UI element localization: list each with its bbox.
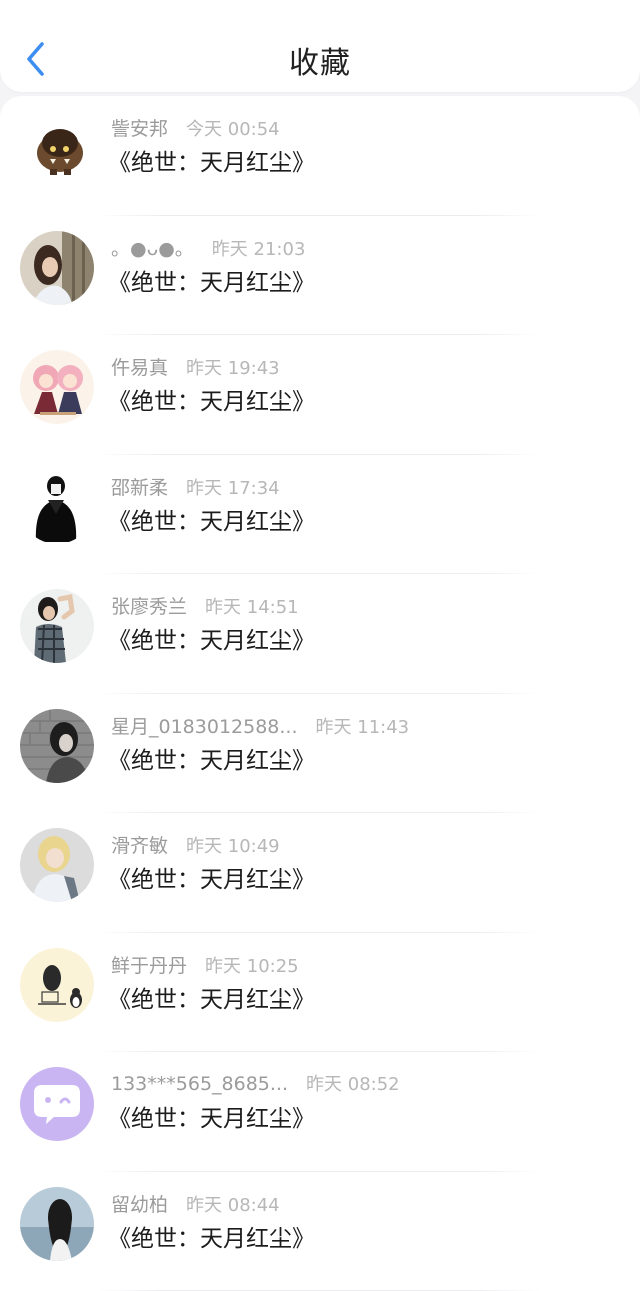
username: 邵新柔 (111, 473, 168, 500)
username: 133***565_8685... (111, 1073, 288, 1095)
favorite-title: 《绝世：天月红尘》 (108, 502, 315, 536)
favorites-list: 訾安邦 今天 00:54 《绝世：天月红尘》 。●ᴗ●。 昨天 21:03 《绝… (0, 96, 640, 1291)
username: 仵易真 (111, 353, 168, 380)
list-item[interactable]: 仵易真 昨天 19:43 《绝世：天月红尘》 (0, 335, 640, 455)
list-item[interactable]: 訾安邦 今天 00:54 《绝世：天月红尘》 (0, 96, 640, 216)
avatar-girl-wall-icon (20, 709, 94, 783)
username: 訾安邦 (111, 114, 168, 141)
avatar-sketch-penguin-icon (20, 948, 94, 1022)
list-item[interactable]: 133***565_8685... 昨天 08:52 《绝世：天月红尘》 (0, 1052, 640, 1172)
favorite-title: 《绝世：天月红尘》 (108, 980, 315, 1014)
timestamp: 昨天 19:43 (186, 354, 280, 380)
favorite-title: 《绝世：天月红尘》 (108, 621, 315, 655)
timestamp: 昨天 11:43 (316, 713, 410, 739)
header-bar: 收藏 (0, 0, 640, 92)
favorite-title: 《绝世：天月红尘》 (108, 263, 315, 297)
username: 滑齐敏 (111, 831, 168, 858)
favorite-title: 《绝世：天月红尘》 (108, 860, 315, 894)
favorite-title: 《绝世：天月红尘》 (108, 1099, 315, 1133)
avatar-blonde-girl-icon (20, 828, 94, 902)
username: 留幼柏 (111, 1190, 168, 1217)
avatar-chat-bubble-icon (20, 1067, 94, 1141)
avatar-hoodie-icon (20, 470, 94, 544)
favorite-title: 《绝世：天月红尘》 (108, 741, 315, 775)
timestamp: 昨天 21:03 (212, 235, 306, 261)
timestamp: 昨天 10:49 (186, 832, 280, 858)
username: 星月_0183012588... (111, 712, 298, 739)
list-item[interactable]: 邵新柔 昨天 17:34 《绝世：天月红尘》 (0, 455, 640, 575)
timestamp: 昨天 08:52 (306, 1070, 400, 1096)
list-item[interactable]: 。●ᴗ●。 昨天 21:03 《绝世：天月红尘》 (0, 216, 640, 336)
favorite-title: 《绝世：天月红尘》 (108, 143, 315, 177)
list-item[interactable]: 张廖秀兰 昨天 14:51 《绝世：天月红尘》 (0, 574, 640, 694)
username: 张廖秀兰 (111, 592, 187, 619)
favorite-title: 《绝世：天月红尘》 (108, 1219, 315, 1253)
avatar-girl-beach-icon (20, 1187, 94, 1261)
avatar-plaid-shirt-icon (20, 589, 94, 663)
page-title: 收藏 (0, 38, 640, 82)
username: 鲜于丹丹 (111, 951, 187, 978)
username: 。●ᴗ●。 (111, 234, 194, 261)
timestamp: 昨天 17:34 (186, 474, 280, 500)
timestamp: 昨天 10:25 (205, 952, 299, 978)
list-item[interactable]: 星月_0183012588... 昨天 11:43 《绝世：天月红尘》 (0, 694, 640, 814)
list-item[interactable]: 留幼柏 昨天 08:44 《绝世：天月红尘》 (0, 1172, 640, 1291)
timestamp: 昨天 14:51 (205, 593, 299, 619)
favorite-title: 《绝世：天月红尘》 (108, 382, 315, 416)
timestamp: 昨天 08:44 (186, 1191, 280, 1217)
list-item[interactable]: 滑齐敏 昨天 10:49 《绝世：天月红尘》 (0, 813, 640, 933)
list-item[interactable]: 鲜于丹丹 昨天 10:25 《绝世：天月红尘》 (0, 933, 640, 1053)
avatar-girl-window-icon (20, 231, 94, 305)
avatar-orc-icon (20, 111, 94, 185)
avatar-anime-girls-icon (20, 350, 94, 424)
timestamp: 今天 00:54 (186, 115, 280, 141)
